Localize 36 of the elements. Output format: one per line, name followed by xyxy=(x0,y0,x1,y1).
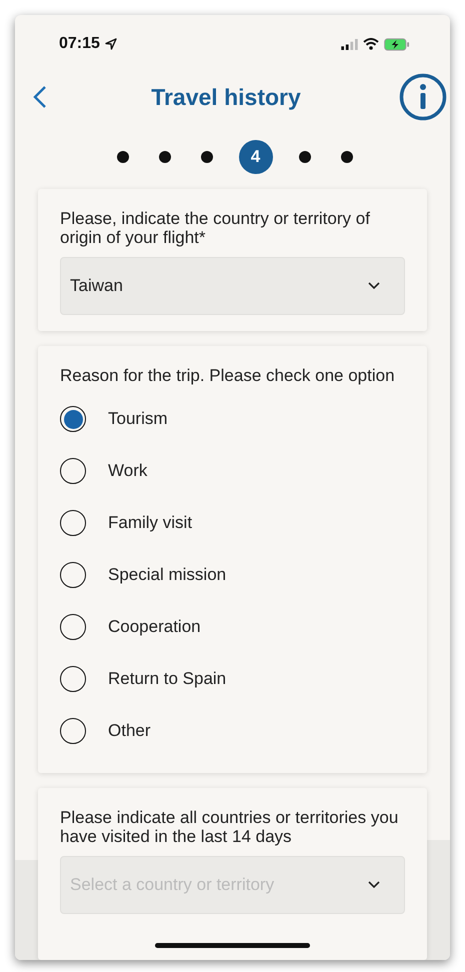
current-step: 4 xyxy=(238,140,272,174)
radio-option[interactable]: Cooperation xyxy=(60,601,405,653)
wifi-icon xyxy=(363,38,379,50)
location-arrow-icon xyxy=(104,38,117,50)
option-label: Other xyxy=(108,721,151,741)
radio-button[interactable] xyxy=(60,510,86,536)
option-label: Work xyxy=(108,461,148,481)
radio-button[interactable] xyxy=(60,562,86,588)
visited-label: Please indicate all countries or territories you have visited in the last 14 days xyxy=(60,808,400,846)
option-label: Tourism xyxy=(108,409,168,429)
option-label: Return to Spain xyxy=(108,669,226,689)
chevron-down-icon xyxy=(368,881,380,889)
radio-option[interactable]: Special mission xyxy=(60,549,405,601)
chevron-down-icon xyxy=(368,282,380,290)
page-title: Travel history xyxy=(150,84,302,110)
status-time: 07:15 xyxy=(59,35,100,53)
radio-button[interactable] xyxy=(60,614,86,640)
radio-button[interactable] xyxy=(60,458,86,484)
reason-label: Reason for the trip. Please check one option xyxy=(60,366,396,385)
origin-select[interactable]: Taiwan xyxy=(60,257,405,315)
radio-option[interactable]: Other xyxy=(60,705,405,757)
radio-option[interactable]: Tourism xyxy=(60,393,405,445)
signal-icon xyxy=(341,38,358,50)
option-label: Cooperation xyxy=(108,617,201,637)
option-label: Family visit xyxy=(108,513,192,533)
battery-charging-icon xyxy=(384,38,410,50)
option-label: Special mission xyxy=(108,565,226,585)
radio-button[interactable] xyxy=(60,406,86,432)
radio-option[interactable]: Family visit xyxy=(60,497,405,549)
radio-button[interactable] xyxy=(60,718,86,744)
back-button[interactable] xyxy=(33,85,47,109)
origin-label: Please, indicate the country or territory of origin of your flight* xyxy=(60,209,371,247)
radio-button[interactable] xyxy=(60,666,86,692)
info-button[interactable] xyxy=(399,73,447,121)
radio-option[interactable]: Work xyxy=(60,445,405,497)
radio-option[interactable]: Return to Spain xyxy=(60,653,405,705)
